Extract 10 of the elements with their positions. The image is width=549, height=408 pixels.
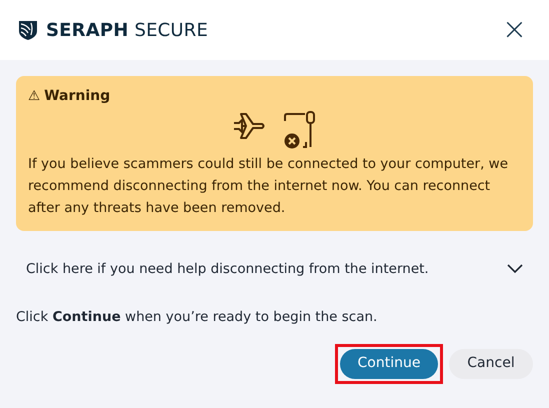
brand-name: SERAPH SECURE <box>46 18 208 42</box>
continue-button[interactable]: Continue <box>340 348 438 378</box>
shield-logo-icon <box>18 19 38 41</box>
instruction-text: Click Continue when you’re ready to begin the scan. <box>16 308 378 328</box>
warning-message: If you believe scammers could still be connected to your computer, we recommend disconnecting from the internet now. You can reconnect after any threats have been removed. <box>28 155 509 218</box>
cancel-button[interactable]: Cancel <box>449 348 533 378</box>
close-button[interactable]: × <box>498 15 531 45</box>
help-disconnect-toggle[interactable]: Click here if you need help disconnecting from the internet. <box>16 231 533 280</box>
warning-icon: ⚠ <box>28 86 40 107</box>
warning-title: Warning <box>44 87 110 106</box>
